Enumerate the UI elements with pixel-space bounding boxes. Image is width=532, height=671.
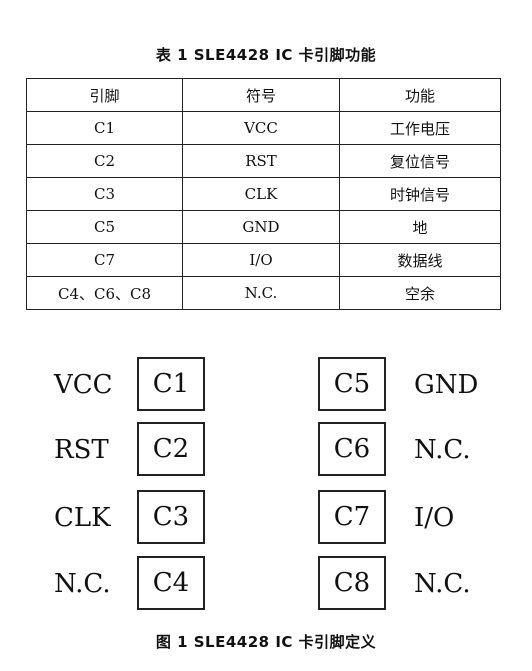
cell-symbol: RST <box>182 144 340 178</box>
pin-box-c2: C2 <box>137 422 205 476</box>
pin-box-c1: C1 <box>137 357 205 411</box>
table-row: C3 CLK 时钟信号 <box>26 177 501 211</box>
cell-function: 空余 <box>339 276 501 310</box>
pin-function-table: 引脚 符号 功能 C1 VCC 工作电压 C2 RST 复位信号 C3 CLK … <box>26 78 501 310</box>
table-row: C5 GND 地 <box>26 210 501 244</box>
cell-function: 数据线 <box>339 243 501 277</box>
cell-symbol: CLK <box>182 177 340 211</box>
header-pin: 引脚 <box>26 78 183 112</box>
header-symbol: 符号 <box>182 78 340 112</box>
cell-pin: C4、C6、C8 <box>26 276 183 310</box>
table-row: C4、C6、C8 N.C. 空余 <box>26 276 501 310</box>
table-header-row: 引脚 符号 功能 <box>26 78 501 112</box>
pin-box-c8: C8 <box>318 556 386 610</box>
cell-pin: C7 <box>26 243 183 277</box>
header-function: 功能 <box>339 78 501 112</box>
table-row: C1 VCC 工作电压 <box>26 111 501 145</box>
signal-label-clk: CLK <box>54 503 111 533</box>
pin-box-c6: C6 <box>318 422 386 476</box>
signal-label-nc: N.C. <box>54 569 111 599</box>
signal-label-nc: N.C. <box>414 435 471 465</box>
cell-function: 复位信号 <box>339 144 501 178</box>
cell-function: 地 <box>339 210 501 244</box>
signal-label-rst: RST <box>54 435 109 465</box>
table-title: 表 1 SLE4428 IC 卡引脚功能 <box>155 46 377 64</box>
signal-label-nc: N.C. <box>414 569 471 599</box>
cell-symbol: GND <box>182 210 340 244</box>
signal-label-gnd: GND <box>414 370 479 400</box>
cell-pin: C3 <box>26 177 183 211</box>
cell-function: 工作电压 <box>339 111 501 145</box>
table-row: C2 RST 复位信号 <box>26 144 501 178</box>
cell-symbol: I/O <box>182 243 340 277</box>
pin-box-c7: C7 <box>318 490 386 544</box>
pin-box-c3: C3 <box>137 490 205 544</box>
signal-label-vcc: VCC <box>54 370 113 400</box>
cell-symbol: N.C. <box>182 276 340 310</box>
cell-pin: C5 <box>26 210 183 244</box>
cell-pin: C2 <box>26 144 183 178</box>
table-row: C7 I/O 数据线 <box>26 243 501 277</box>
cell-symbol: VCC <box>182 111 340 145</box>
cell-function: 时钟信号 <box>339 177 501 211</box>
signal-label-io: I/O <box>414 503 455 533</box>
pin-box-c5: C5 <box>318 357 386 411</box>
figure-caption: 图 1 SLE4428 IC 卡引脚定义 <box>155 633 377 651</box>
cell-pin: C1 <box>26 111 183 145</box>
pin-box-c4: C4 <box>137 556 205 610</box>
